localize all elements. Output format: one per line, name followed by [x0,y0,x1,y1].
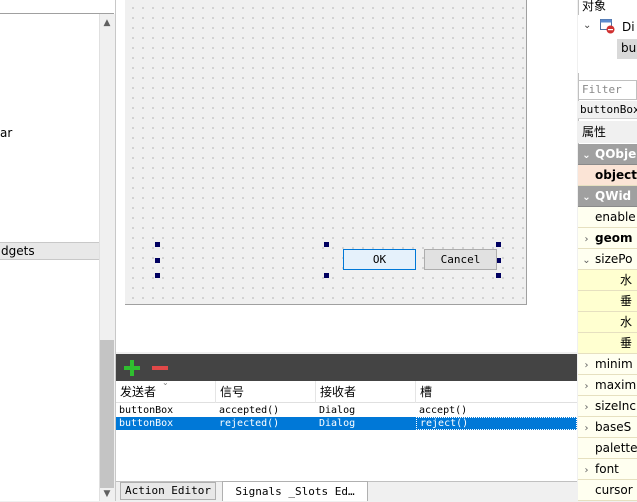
row-slot[interactable]: accept() [416,404,577,417]
property-row[interactable]: › font [578,459,637,480]
property-name: minim [595,357,633,371]
row-receiver[interactable]: Dialog [316,417,416,430]
sort-indicator-icon: ⌄ [162,378,169,387]
column-header-slot[interactable]: 槽 [416,381,577,403]
property-row[interactable]: › geom [578,228,637,249]
property-name: sizeInc [595,399,637,413]
property-filter-input[interactable]: Filter [578,80,637,100]
plus-icon[interactable] [122,359,142,377]
scroll-up-icon[interactable]: ▲ [100,18,114,28]
property-name: QWid [595,189,632,203]
property-name: 水 [620,273,633,287]
selection-handle[interactable] [155,258,160,263]
row-receiver[interactable]: Dialog [316,404,416,417]
property-name: object [595,168,637,182]
property-row[interactable]: › sizeInc [578,396,637,417]
chevron-down-icon[interactable]: ⌄ [578,145,595,164]
property-row[interactable]: › maxim [578,375,637,396]
property-row[interactable]: ⌄ QObje [578,144,637,165]
tab-signals-slots-editor[interactable]: Signals _Slots Ed… [222,481,368,501]
scroll-down-icon[interactable]: ▼ [100,489,114,499]
property-column-header: 属性 [578,121,637,143]
column-header-receiver[interactable]: 接收者 [316,381,416,403]
property-name: geom [595,231,633,245]
property-name: maxim [595,378,637,392]
minus-icon[interactable] [150,359,170,377]
property-row[interactable]: object [578,165,637,186]
property-name: baseS [595,420,632,434]
property-row[interactable]: palette [578,438,637,459]
selection-handle[interactable] [496,242,501,247]
property-row[interactable]: 水 [578,270,637,291]
dialog-object-icon [600,19,615,34]
ok-button[interactable]: OK [343,249,416,270]
property-row[interactable]: › minim [578,354,637,375]
property-row[interactable]: 垂 [578,291,637,312]
property-name: palette [595,441,637,455]
table-row[interactable]: buttonBox accepted() Dialog accept() [116,404,577,417]
chevron-down-icon[interactable]: ⌄ [583,20,591,31]
property-row[interactable]: 垂 [578,333,637,354]
signal-slot-toolbar [116,354,577,381]
widget-box-category[interactable]: dgets [0,242,99,260]
property-row[interactable]: 水 [578,312,637,333]
chevron-right-icon[interactable]: › [578,355,595,374]
selection-handle[interactable] [155,242,160,247]
chevron-down-icon[interactable]: ⌄ [578,187,595,206]
widget-box-scroll-thumb[interactable] [100,340,114,488]
property-name: font [595,462,619,476]
chevron-right-icon[interactable]: › [578,397,595,416]
widget-box-item[interactable]: ar [0,126,12,140]
selection-handle[interactable] [324,242,329,247]
property-row[interactable]: ⌄ sizePo [578,249,637,270]
property-name: cursor [595,483,633,497]
property-name: 水 [620,315,633,329]
property-row[interactable]: cursor [578,480,637,501]
table-row-selected[interactable]: buttonBox rejected() Dialog reject() [116,417,577,430]
property-name: sizePo [595,252,633,266]
widget-box-divider [0,13,114,14]
tree-item-buttonbox[interactable]: bu [621,41,636,55]
row-signal[interactable]: rejected() [216,417,316,430]
property-row[interactable]: › baseS [578,417,637,438]
chevron-down-icon[interactable]: ⌄ [578,250,595,269]
chevron-right-icon[interactable]: › [578,460,595,479]
chevron-right-icon[interactable]: › [578,376,595,395]
row-signal[interactable]: accepted() [216,404,316,417]
property-name: enable [595,210,636,224]
selection-handle[interactable] [496,273,501,278]
property-row[interactable]: enable [578,207,637,228]
object-inspector-title: 对象 [582,0,607,13]
property-row[interactable]: ⌄ QWid [578,186,637,207]
chevron-right-icon[interactable]: › [578,229,595,248]
property-name: 垂 [620,336,633,350]
selection-handle[interactable] [155,273,160,278]
column-header-signal[interactable]: 信号 [216,381,316,403]
property-name: 垂 [620,294,633,308]
property-object-name: buttonBox [578,101,637,119]
property-name: QObje [595,147,637,161]
row-sender[interactable]: buttonBox [116,417,216,430]
cancel-button[interactable]: Cancel [424,249,497,270]
row-slot[interactable]: reject() [416,417,577,430]
tab-action-editor[interactable]: Action Editor [120,482,216,500]
row-sender[interactable]: buttonBox [116,404,216,417]
tree-item-dialog[interactable]: Di [622,20,635,34]
selection-handle[interactable] [324,273,329,278]
chevron-right-icon[interactable]: › [578,418,595,437]
